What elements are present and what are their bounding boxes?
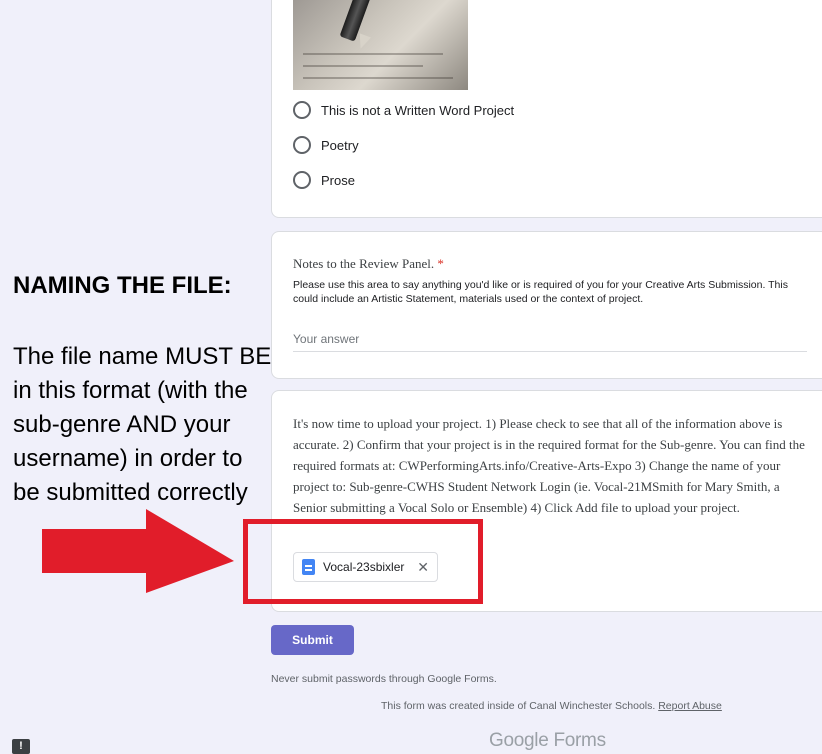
required-asterisk: * — [437, 256, 444, 271]
radio-option-not-written-word[interactable]: This is not a Written Word Project — [293, 101, 514, 119]
google-forms-logo: Google Forms — [489, 730, 606, 752]
radio-option-poetry[interactable]: Poetry — [293, 136, 359, 154]
naming-file-heading: NAMING THE FILE: — [13, 272, 232, 299]
question-card-notes: Notes to the Review Panel. * Please use … — [271, 231, 822, 379]
feedback-icon[interactable]: ! — [12, 739, 30, 754]
submit-button[interactable]: Submit — [271, 625, 354, 655]
notes-title-text: Notes to the Review Panel. — [293, 256, 435, 271]
radio-button-icon[interactable] — [293, 136, 311, 154]
radio-option-label: This is not a Written Word Project — [321, 102, 515, 118]
upload-question-description: It's now time to upload your project. 1)… — [293, 416, 805, 515]
radio-button-icon[interactable] — [293, 101, 311, 119]
question-card-subgenre: This is not a Written Word Project Poetr… — [271, 0, 822, 218]
logo-forms-text: Forms — [553, 730, 606, 751]
pen-writing-photo — [293, 0, 468, 90]
pen-nib — [354, 33, 372, 51]
radio-option-label: Prose — [321, 172, 355, 188]
logo-google-text: Google — [489, 730, 549, 751]
radio-option-label: Poetry — [321, 137, 359, 153]
notes-answer-input[interactable]: Your answer — [293, 332, 807, 352]
password-warning: Never submit passwords through Google Fo… — [271, 673, 497, 685]
naming-file-instructions: The file name MUST BE in this format (wi… — [13, 343, 272, 506]
radio-button-icon[interactable] — [293, 171, 311, 189]
red-arrow-icon — [42, 509, 234, 593]
form-creator-note: This form was created inside of Canal Wi… — [381, 700, 722, 712]
red-highlight-box — [243, 519, 483, 604]
notes-question-description: Please use this area to say anything you… — [293, 279, 788, 305]
report-abuse-link[interactable]: Report Abuse — [658, 700, 722, 712]
creator-text: This form was created inside of Canal Wi… — [381, 700, 656, 712]
radio-option-prose[interactable]: Prose — [293, 171, 355, 189]
notes-question-title: Notes to the Review Panel. * — [293, 256, 444, 272]
